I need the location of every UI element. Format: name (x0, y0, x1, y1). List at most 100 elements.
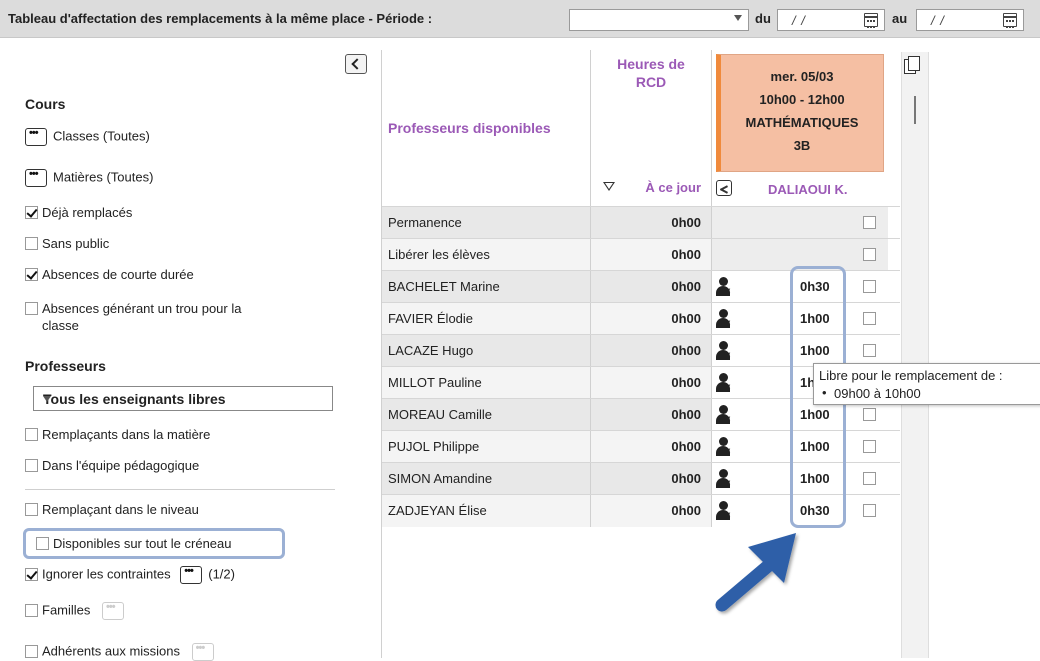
teacher-name: MOREAU Camille (388, 407, 493, 422)
assign-checkbox[interactable] (863, 408, 876, 421)
rcd-cell: 0h00 (590, 399, 712, 431)
date-from-field[interactable]: / / (777, 9, 885, 31)
teacher-name-cell: Permanence (382, 207, 590, 239)
option-label: Familles (42, 602, 91, 618)
share-icon[interactable] (716, 180, 732, 196)
assign-checkbox[interactable] (863, 504, 876, 517)
rcd-cell: 0h00 (590, 303, 712, 335)
teacher-name-cell: LACAZE Hugo (382, 335, 590, 367)
availability-tooltip: Libre pour le remplacement de : 09h00 à … (813, 363, 1040, 405)
option-label: Remplaçants dans la matière (42, 427, 211, 442)
column-header-label: Heures de RCD (591, 55, 711, 91)
person-icon: ‹ (716, 341, 736, 361)
date-to-field[interactable]: / / (916, 9, 1024, 31)
option-equipe-pedagogique[interactable]: Dans l'équipe pédagogique (25, 458, 199, 473)
person-icon: ‹ (716, 437, 736, 457)
sort-label[interactable]: À ce jour (645, 180, 701, 195)
assign-checkbox[interactable] (863, 472, 876, 485)
slot-cell[interactable] (712, 207, 888, 239)
more-icon[interactable] (25, 168, 47, 187)
teacher-name-cell: Libérer les élèves (382, 239, 590, 271)
option-sans-public[interactable]: Sans public (25, 236, 109, 251)
assign-checkbox[interactable] (863, 344, 876, 357)
option-deja-remplaces[interactable]: Déjà remplacés (25, 205, 132, 220)
collapse-panel-button[interactable] (345, 54, 367, 74)
copy-icon[interactable] (904, 56, 920, 74)
person-icon: ‹ (716, 501, 736, 521)
professeurs-select-value: Tous les enseignants libres (43, 391, 226, 407)
option-remplacants-matiere[interactable]: Remplaçants dans la matière (25, 427, 210, 442)
option-adherents-missions[interactable]: Adhérents aux missions (25, 642, 220, 661)
teacher-name: BACHELET Marine (388, 279, 500, 294)
teacher-name-cell: SIMON Amandine (382, 463, 590, 495)
matieres-filter-label: Matières (Toutes) (53, 169, 154, 185)
option-label: Ignorer les contraintes (42, 566, 171, 582)
rcd-cell: 0h00 (590, 207, 712, 239)
rcd-cell: 0h00 (590, 239, 712, 271)
column-header-label: Professeurs disponibles (388, 120, 551, 136)
checkbox[interactable] (25, 428, 38, 442)
filters-panel: Cours Classes (Toutes) Matières (Toutes)… (0, 38, 372, 661)
teacher-name-cell: PUJOL Philippe (382, 431, 590, 463)
column-header-rcd[interactable]: Heures de RCD À ce jour (590, 50, 712, 206)
person-icon: ‹ (716, 277, 736, 297)
table-row[interactable]: Permanence 0h00 (382, 206, 900, 239)
tooltip-item: 09h00 à 10h00 (822, 385, 921, 401)
arrow-icon (715, 533, 796, 612)
more-icon (191, 642, 214, 661)
assign-checkbox[interactable] (863, 248, 876, 261)
checkbox[interactable] (25, 206, 38, 220)
assign-checkbox[interactable] (863, 312, 876, 325)
option-familles[interactable]: Familles (25, 601, 130, 620)
course-date: mer. 05/03 (770, 69, 834, 84)
classes-filter[interactable]: Classes (Toutes) (25, 127, 150, 146)
teacher-name: Libérer les élèves (388, 247, 490, 262)
option-remplacant-niveau[interactable]: Remplaçant dans le niveau (25, 502, 199, 517)
rcd-cell: 0h00 (590, 271, 712, 303)
highlight-box (23, 528, 285, 559)
teacher-name-cell: ZADJEYAN Élise (382, 495, 590, 527)
teacher-name-cell: BACHELET Marine (382, 271, 590, 303)
checkbox[interactable] (25, 237, 38, 251)
checkbox[interactable] (25, 567, 38, 581)
checkbox[interactable] (25, 459, 38, 473)
date-to-label: au (892, 11, 908, 26)
calendar-icon[interactable] (1003, 13, 1017, 28)
rcd-hours: 0h00 (671, 375, 701, 390)
more-icon[interactable] (25, 127, 47, 146)
date-to-value: / / (931, 13, 945, 28)
cours-section-title: Cours (25, 96, 66, 112)
period-select[interactable] (569, 9, 749, 31)
option-trou-classe[interactable]: Absences générant un trou pour la (25, 301, 241, 316)
tooltip-title: Libre pour le remplacement de : (819, 368, 1003, 383)
calendar-icon[interactable] (864, 13, 878, 28)
page-title: Tableau d'affectation des remplacements … (8, 11, 433, 26)
professeurs-select[interactable]: Tous les enseignants libres (33, 386, 333, 411)
more-icon[interactable] (180, 565, 203, 584)
assign-checkbox[interactable] (863, 440, 876, 453)
option-courte-duree[interactable]: Absences de courte durée (25, 267, 194, 282)
absent-teacher-name: DALIAOUI K. (768, 182, 848, 197)
assign-checkbox[interactable] (863, 280, 876, 293)
person-icon: ‹ (716, 309, 736, 329)
course-card[interactable]: mer. 05/03 10h00 - 12h00 MATHÉMATIQUES 3… (716, 54, 884, 172)
assign-checkbox[interactable] (863, 216, 876, 229)
sort-icon[interactable] (603, 182, 615, 191)
rcd-hours: 0h00 (671, 471, 701, 486)
teacher-name: FAVIER Élodie (388, 311, 474, 326)
checkbox[interactable] (25, 268, 38, 282)
checkbox[interactable] (25, 302, 38, 316)
option-label: Adhérents aux missions (42, 643, 181, 659)
checkbox[interactable] (25, 503, 38, 517)
checkbox[interactable] (25, 644, 38, 658)
checkbox[interactable] (25, 603, 38, 617)
option-ignorer-contraintes[interactable]: Ignorer les contraintes (1/2) (25, 565, 235, 584)
contraintes-count: (1/2) (208, 566, 235, 582)
option-label: Remplaçant dans le niveau (42, 502, 199, 517)
top-bar: Tableau d'affectation des remplacements … (0, 0, 1040, 38)
course-time: 10h00 - 12h00 (759, 92, 845, 107)
scroll-thumb[interactable] (914, 96, 916, 124)
side-scrollbar[interactable] (901, 52, 929, 658)
option-label: Déjà remplacés (42, 205, 133, 220)
matieres-filter[interactable]: Matières (Toutes) (25, 168, 154, 187)
